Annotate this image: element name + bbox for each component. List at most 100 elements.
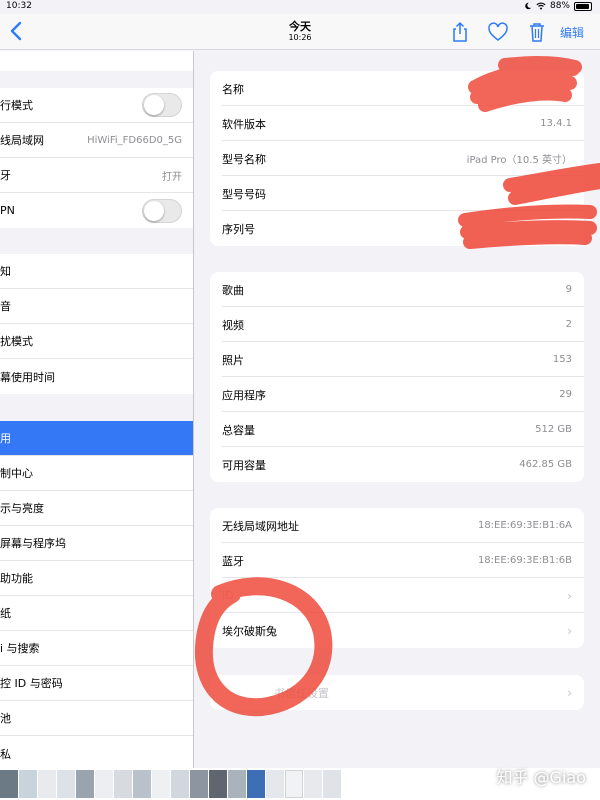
photo-thumbnail[interactable] bbox=[190, 770, 208, 798]
vpn-toggle[interactable] bbox=[142, 198, 182, 223]
songs-row: 歌曲 9 bbox=[210, 272, 584, 307]
sidebar-group-connectivity: 行模式 线局域网 HiWiFi_FD66D0_5G 牙 打开 PN bbox=[0, 88, 193, 228]
model-number-row[interactable]: 型号号码 bbox=[210, 176, 584, 211]
chevron-right-icon: › bbox=[567, 685, 572, 700]
sidebar-item-airplane-mode[interactable]: 行模式 bbox=[0, 88, 193, 123]
sidebar-item-general[interactable]: 用 bbox=[0, 421, 193, 456]
row-label: 序列号 bbox=[222, 222, 255, 236]
serial-number-row: 序列号 bbox=[210, 211, 584, 246]
sidebar-item-label: 扰模式 bbox=[0, 335, 33, 348]
sidebar-item-display-brightness[interactable]: 示与亮度 bbox=[0, 491, 193, 526]
sidebar-item-label: i 与搜索 bbox=[0, 642, 40, 655]
row-value: 9 bbox=[565, 284, 572, 295]
row-value: 29 bbox=[559, 389, 572, 400]
photo-thumbnail[interactable] bbox=[76, 770, 94, 798]
media-stats-card: 歌曲 9 视频 2 照片 153 应用程序 29 总容量 512 GB 可用容量 462.8… bbox=[210, 272, 584, 482]
sidebar-item-control-center[interactable]: 制中心 bbox=[0, 456, 193, 491]
row-label: 书信任设置 bbox=[274, 686, 329, 700]
sidebar-item-label: 音 bbox=[0, 300, 11, 313]
row-label: 名称 bbox=[222, 82, 244, 96]
status-bar: 10:32 88% bbox=[0, 0, 600, 14]
sidebar-item-privacy[interactable]: 私 bbox=[0, 736, 193, 768]
sidebar-item-screen-time[interactable]: 幕使用时间 bbox=[0, 359, 193, 394]
sidebar-item-label: 私 bbox=[0, 747, 11, 761]
sidebar-item-label: 屏幕与程序坞 bbox=[0, 537, 66, 550]
sidebar-item-wallpaper[interactable]: 纸 bbox=[0, 596, 193, 631]
photo-thumbnail[interactable] bbox=[285, 770, 303, 798]
photo-thumbnail[interactable] bbox=[209, 770, 227, 798]
row-value: 153 bbox=[552, 354, 572, 365]
photo-thumbnail[interactable] bbox=[304, 770, 322, 798]
row-label: 无线局域网地址 bbox=[222, 519, 299, 533]
bluetooth-address-row: 蓝牙 18:EE:69:3E:B1:6B bbox=[210, 543, 584, 578]
sidebar-item-notifications[interactable]: 知 bbox=[0, 254, 193, 289]
sidebar-item-label: 行模式 bbox=[0, 99, 33, 112]
photo-thumbnail[interactable] bbox=[0, 770, 18, 798]
watermark: 知乎 @Giao bbox=[496, 768, 586, 787]
sidebar-item-label: 示与亮度 bbox=[0, 502, 44, 515]
navigation-bar: 今天 10:26 编辑 bbox=[0, 14, 600, 50]
name-row[interactable]: 名称 bbox=[210, 71, 584, 106]
software-version-row: 软件版本 13.4.1 bbox=[210, 106, 584, 141]
photo-thumbnail[interactable] bbox=[95, 770, 113, 798]
applications-row: 应用程序 29 bbox=[210, 377, 584, 412]
sidebar-item-label: 线局域网 bbox=[0, 134, 44, 147]
share-icon[interactable] bbox=[449, 21, 471, 43]
row-label: 埃尔破斯兔 bbox=[222, 624, 277, 638]
status-right: 88% bbox=[524, 1, 592, 11]
edit-button[interactable]: 编辑 bbox=[560, 24, 584, 41]
certificate-trust-row[interactable]: 书信任设置 › bbox=[210, 675, 584, 710]
photo-thumbnail[interactable] bbox=[114, 770, 132, 798]
sidebar-group-general: 用 制中心 示与亮度 屏幕与程序坞 助功能 纸 i 与搜索 控 ID 与密码 池… bbox=[0, 421, 193, 768]
sidebar-item-siri-search[interactable]: i 与搜索 bbox=[0, 631, 193, 666]
photo-thumbnail[interactable] bbox=[133, 770, 151, 798]
photo-thumbnail[interactable] bbox=[171, 770, 189, 798]
airplane-mode-toggle[interactable] bbox=[142, 93, 182, 117]
battery-percent: 88% bbox=[549, 1, 570, 11]
sidebar-item-label: 幕使用时间 bbox=[0, 370, 55, 384]
row-label: 可用容量 bbox=[222, 458, 266, 472]
nav-title: 今天 bbox=[289, 20, 311, 33]
row-value: 18:EE:69:3E:B1:6A bbox=[477, 520, 572, 531]
trash-icon[interactable] bbox=[526, 21, 548, 43]
photo-thumbnail[interactable] bbox=[152, 770, 170, 798]
sidebar-item-do-not-disturb[interactable]: 扰模式 bbox=[0, 324, 193, 359]
custom-row[interactable]: 埃尔破斯兔 › bbox=[210, 613, 584, 648]
row-label: 软件版本 bbox=[222, 117, 266, 131]
photos-row: 照片 153 bbox=[210, 342, 584, 377]
wifi-icon bbox=[536, 2, 546, 10]
bluetooth-value: 打开 bbox=[162, 171, 182, 183]
photo-thumbnail[interactable] bbox=[19, 770, 37, 798]
chevron-right-icon: › bbox=[567, 588, 572, 603]
photo-thumbnail[interactable] bbox=[266, 770, 284, 798]
sidebar-item-sounds[interactable]: 音 bbox=[0, 289, 193, 324]
photo-thumbnail[interactable] bbox=[323, 770, 341, 798]
sidebar-item-vpn[interactable]: PN bbox=[0, 193, 193, 228]
sidebar-item-wifi[interactable]: 线局域网 HiWiFi_FD66D0_5G bbox=[0, 123, 193, 158]
sidebar-item-label: 纸 bbox=[0, 607, 11, 620]
sidebar-item-accessibility[interactable]: 助功能 bbox=[0, 561, 193, 596]
sidebar-item-touch-id-passcode[interactable]: 控 ID 与密码 bbox=[0, 666, 193, 701]
photo-thumbnail[interactable] bbox=[247, 770, 265, 798]
heart-icon[interactable] bbox=[487, 21, 509, 43]
capacity-row: 总容量 512 GB bbox=[210, 412, 584, 447]
wifi-address-row: 无线局域网地址 18:EE:69:3E:B1:6A bbox=[210, 508, 584, 543]
sidebar-item-battery[interactable]: 池 bbox=[0, 701, 193, 736]
photo-thumbnail[interactable] bbox=[57, 770, 75, 798]
seid-row[interactable]: ID › bbox=[210, 578, 584, 613]
sidebar-item-bluetooth[interactable]: 牙 打开 bbox=[0, 158, 193, 193]
sidebar-item-label: 牙 bbox=[0, 169, 11, 182]
battery-icon bbox=[574, 1, 592, 11]
row-label: 视频 bbox=[222, 318, 244, 332]
row-label: 歌曲 bbox=[222, 283, 244, 297]
chevron-right-icon: › bbox=[567, 623, 572, 638]
status-time: 10:32 bbox=[6, 1, 32, 11]
row-label: 应用程序 bbox=[222, 388, 266, 402]
photo-thumbnail[interactable] bbox=[38, 770, 56, 798]
sidebar-item-home-screen-dock[interactable]: 屏幕与程序坞 bbox=[0, 526, 193, 561]
sidebar-item-label: 助功能 bbox=[0, 572, 33, 585]
settings-sidebar: 行模式 线局域网 HiWiFi_FD66D0_5G 牙 打开 PN 知 音 扰模式 … bbox=[0, 51, 194, 768]
photo-thumbnail[interactable] bbox=[228, 770, 246, 798]
sidebar-item-label: 控 ID 与密码 bbox=[0, 677, 63, 690]
nav-subtitle: 10:26 bbox=[288, 33, 312, 42]
